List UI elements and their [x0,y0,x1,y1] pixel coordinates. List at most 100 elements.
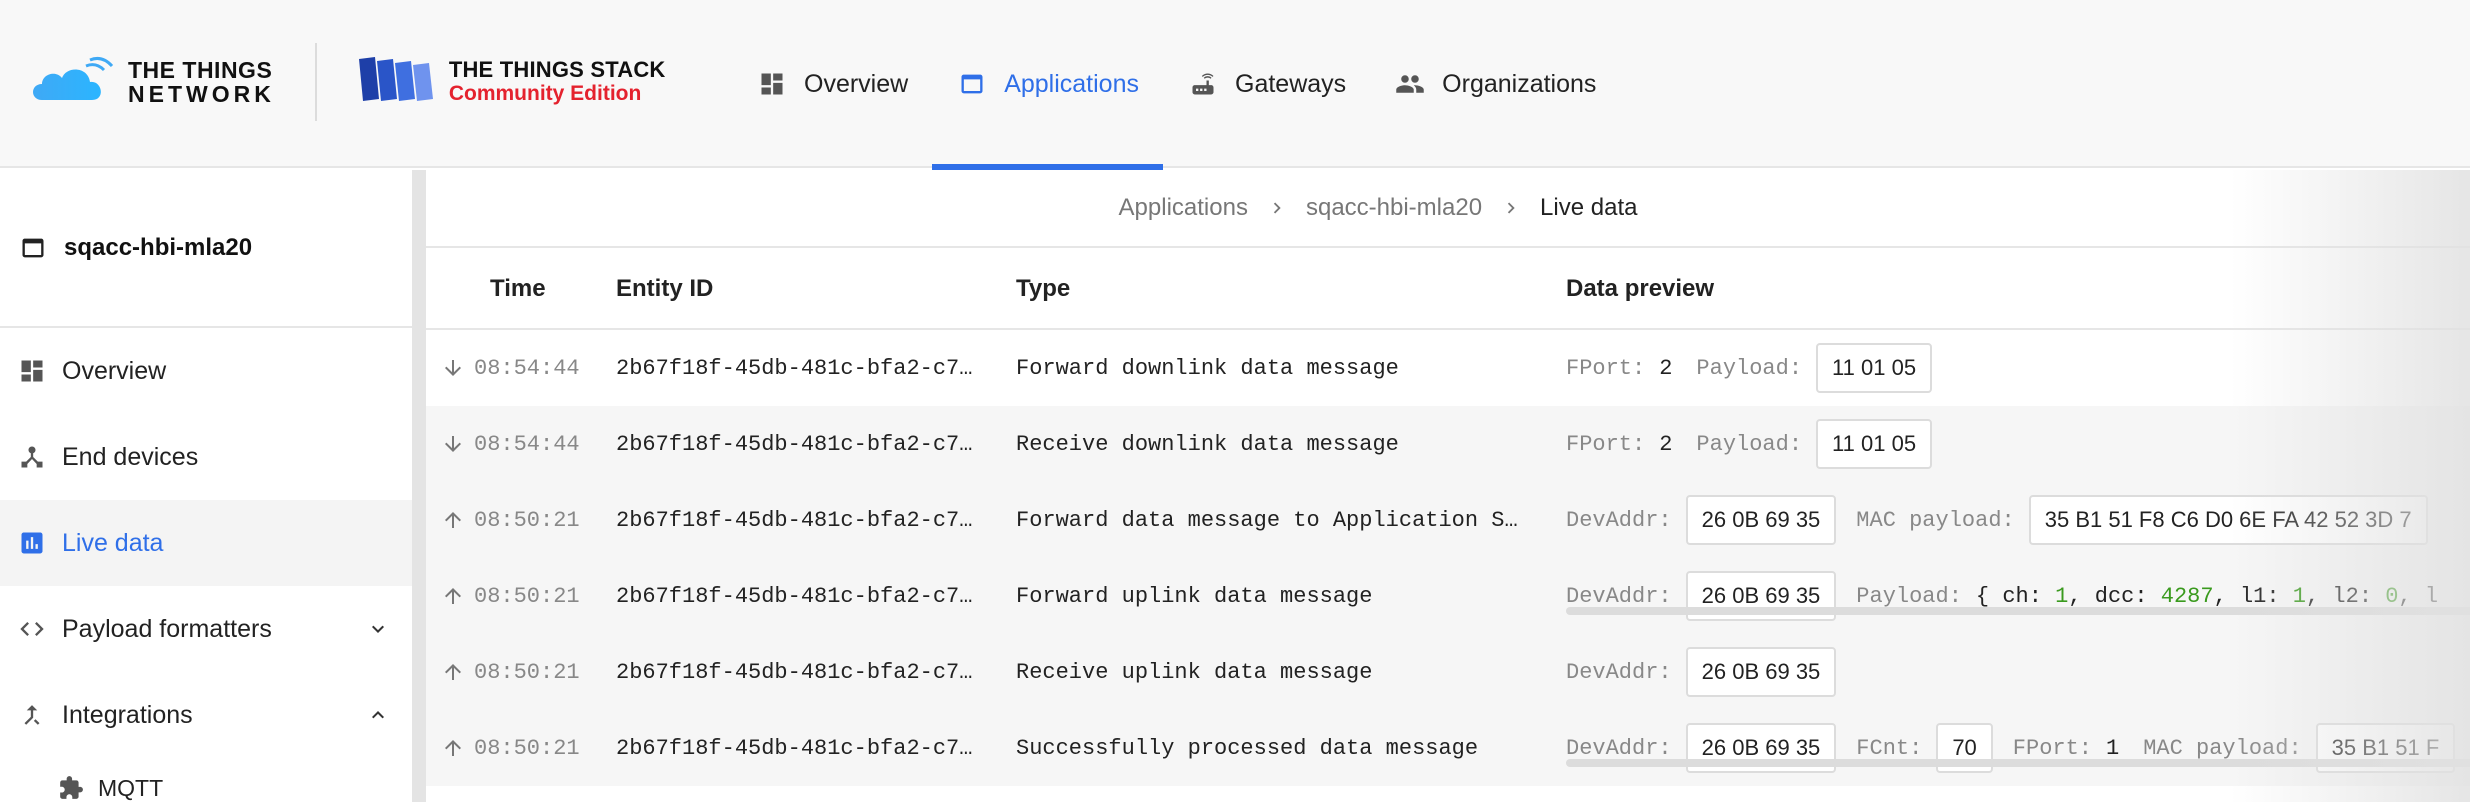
code-icon [16,613,48,645]
live-data-table: Time Entity ID Type Data preview 08:54:4… [426,250,2470,786]
topnav-applications[interactable]: Applications [932,0,1163,170]
payload-field-key: l1 [2239,583,2267,609]
brand-divider [314,43,317,121]
col-type: Type [1016,275,1071,302]
payload-field-value: 1 [2292,583,2306,609]
breadcrumb-current: Live data [1540,194,1638,221]
chevron-down-icon[interactable] [364,615,392,643]
topnav-overview[interactable]: Overview [732,0,932,168]
row-preview: DevAddr: 26 0B 69 35 [1566,647,2470,697]
table-header: Time Entity ID Type Data preview [426,250,2470,330]
row-time: 08:50:21 [474,659,580,685]
ttn-logo[interactable]: THE THINGS NETWORK [28,56,275,109]
payload-hex-box[interactable]: 11 01 05 [1816,419,1933,469]
table-row[interactable]: 08:50:21 2b67f18f-45db-481c-bfa2-c7… For… [426,558,2470,634]
sidebar-scrollbar[interactable] [412,170,426,802]
breadcrumb-app[interactable]: sqacc-hbi-mla20 [1306,194,1482,222]
devaddr-box[interactable]: 26 0B 69 35 [1685,495,1837,545]
arrow-up-icon [440,583,466,609]
topnav-overview-label: Overview [804,69,909,98]
row-entity-id: 2b67f18f-45db-481c-bfa2-c7… [616,507,973,533]
cloud-icon [28,56,114,109]
sidebar-app-name: sqacc-hbi-mla20 [64,234,253,261]
row-type: Successfully processed data message [1016,735,1479,761]
sidebar-item-label: Payload formatters [62,614,272,643]
table-row[interactable]: 08:50:21 2b67f18f-45db-481c-bfa2-c7… Suc… [426,710,2470,786]
preview-value: 1 [2106,735,2120,761]
bar-chart-icon [16,527,48,559]
breadcrumb-applications[interactable]: Applications [1119,194,1248,222]
preview-value: 2 [1659,431,1673,457]
topnav-gateways[interactable]: Gateways [1163,0,1370,168]
preview-scrollbar[interactable] [1566,607,2470,615]
stack-icon [355,55,435,110]
table-row[interactable]: 08:50:21 2b67f18f-45db-481c-bfa2-c7… Rec… [426,634,2470,710]
window-icon [18,233,48,263]
chevron-up-icon[interactable] [364,701,392,729]
sidebar-app-header[interactable]: sqacc-hbi-mla20 [0,170,412,328]
row-preview: FPort: 2 Payload: 11 01 05 [1566,343,2470,393]
row-time: 08:50:21 [474,507,580,533]
row-time: 08:54:44 [474,355,580,381]
router-icon [1187,68,1219,100]
tts-line2: Community Edition [448,82,642,105]
preview-key: FPort: [1566,431,1646,457]
preview-key: FPort: [1566,355,1646,381]
table-row[interactable]: 08:54:44 2b67f18f-45db-481c-bfa2-c7… Rec… [426,406,2470,482]
preview-key: DevAddr: [1566,507,1672,533]
payload-field-key: dcc [2094,583,2135,609]
arrow-up-icon [440,507,466,533]
payload-field-key: ch [2002,583,2029,609]
arrow-down-icon [440,355,466,381]
preview-key: MAC payload: [1856,507,2015,533]
col-entity-id: Entity ID [616,275,714,302]
tts-logo[interactable]: THE THINGS STACK Community Edition [355,55,666,110]
devaddr-box[interactable]: 26 0B 69 35 [1685,647,1837,697]
table-row[interactable]: 08:54:44 2b67f18f-45db-481c-bfa2-c7… For… [426,330,2470,406]
sidebar-item-label: End devices [62,442,199,471]
table-row[interactable]: 08:50:21 2b67f18f-45db-481c-bfa2-c7… For… [426,482,2470,558]
preview-key: FCnt: [1856,735,1923,761]
sidebar-item-end-devices[interactable]: End devices [0,414,412,500]
topnav-applications-label: Applications [1004,69,1139,98]
sidebar-item-label: Live data [62,528,164,557]
topnav-gateways-label: Gateways [1235,69,1347,98]
chevron-right-icon [1500,197,1522,219]
top-nav: Overview Applications Gateways Organizat… [732,0,1620,170]
puzzle-icon [56,773,86,802]
preview-key: DevAddr: [1566,659,1672,685]
breadcrumb: Applications sqacc-hbi-mla20 Live data [426,170,2470,248]
col-data-preview: Data preview [1566,275,1715,302]
sidebar-item-label: Overview [62,356,167,385]
preview-scrollbar[interactable] [1566,759,2470,767]
sidebar-subitem-mqtt[interactable]: MQTT [0,758,412,802]
arrow-down-icon [440,431,466,457]
ttn-line1: THE THINGS [128,57,273,83]
sidebar-item-payload-formatters[interactable]: Payload formatters [0,586,412,672]
row-entity-id: 2b67f18f-45db-481c-bfa2-c7… [616,583,973,609]
sidebar-item-live-data[interactable]: Live data [0,500,412,586]
row-preview: DevAddr: 26 0B 69 35 FCnt: 70 FPort: 1 M… [1566,723,2470,773]
sidebar-item-integrations[interactable]: Integrations [0,672,412,758]
row-entity-id: 2b67f18f-45db-481c-bfa2-c7… [616,735,973,761]
row-type: Forward downlink data message [1016,355,1399,381]
decoded-payload-object: { ch: 1, dcc: 4287, l1: 1, l2: 0, l [1975,583,2439,609]
tts-line1: THE THINGS STACK [448,57,666,82]
sidebar-item-overview[interactable]: Overview [0,328,412,414]
payload-field-value: 0 [2385,583,2399,609]
preview-key: DevAddr: [1566,583,1672,609]
row-entity-id: 2b67f18f-45db-481c-bfa2-c7… [616,355,973,381]
mac-payload-box[interactable]: 35 B1 51 F8 C6 D0 6E FA 42 52 3D 7 [2028,495,2428,545]
payload-hex-box[interactable]: 11 01 05 [1816,343,1933,393]
arrow-up-icon [440,735,466,761]
col-time: Time [490,275,546,302]
preview-key: FPort: [2012,735,2093,761]
preview-key: Payload: [1696,431,1803,457]
chevron-right-icon [1266,197,1288,219]
device-hub-icon [16,441,48,473]
row-time: 08:50:21 [474,735,580,761]
topnav-organizations[interactable]: Organizations [1370,0,1620,168]
payload-field-key: l2 [2332,583,2359,609]
main-content: Applications sqacc-hbi-mla20 Live data T… [426,170,2470,802]
people-icon [1394,68,1426,100]
